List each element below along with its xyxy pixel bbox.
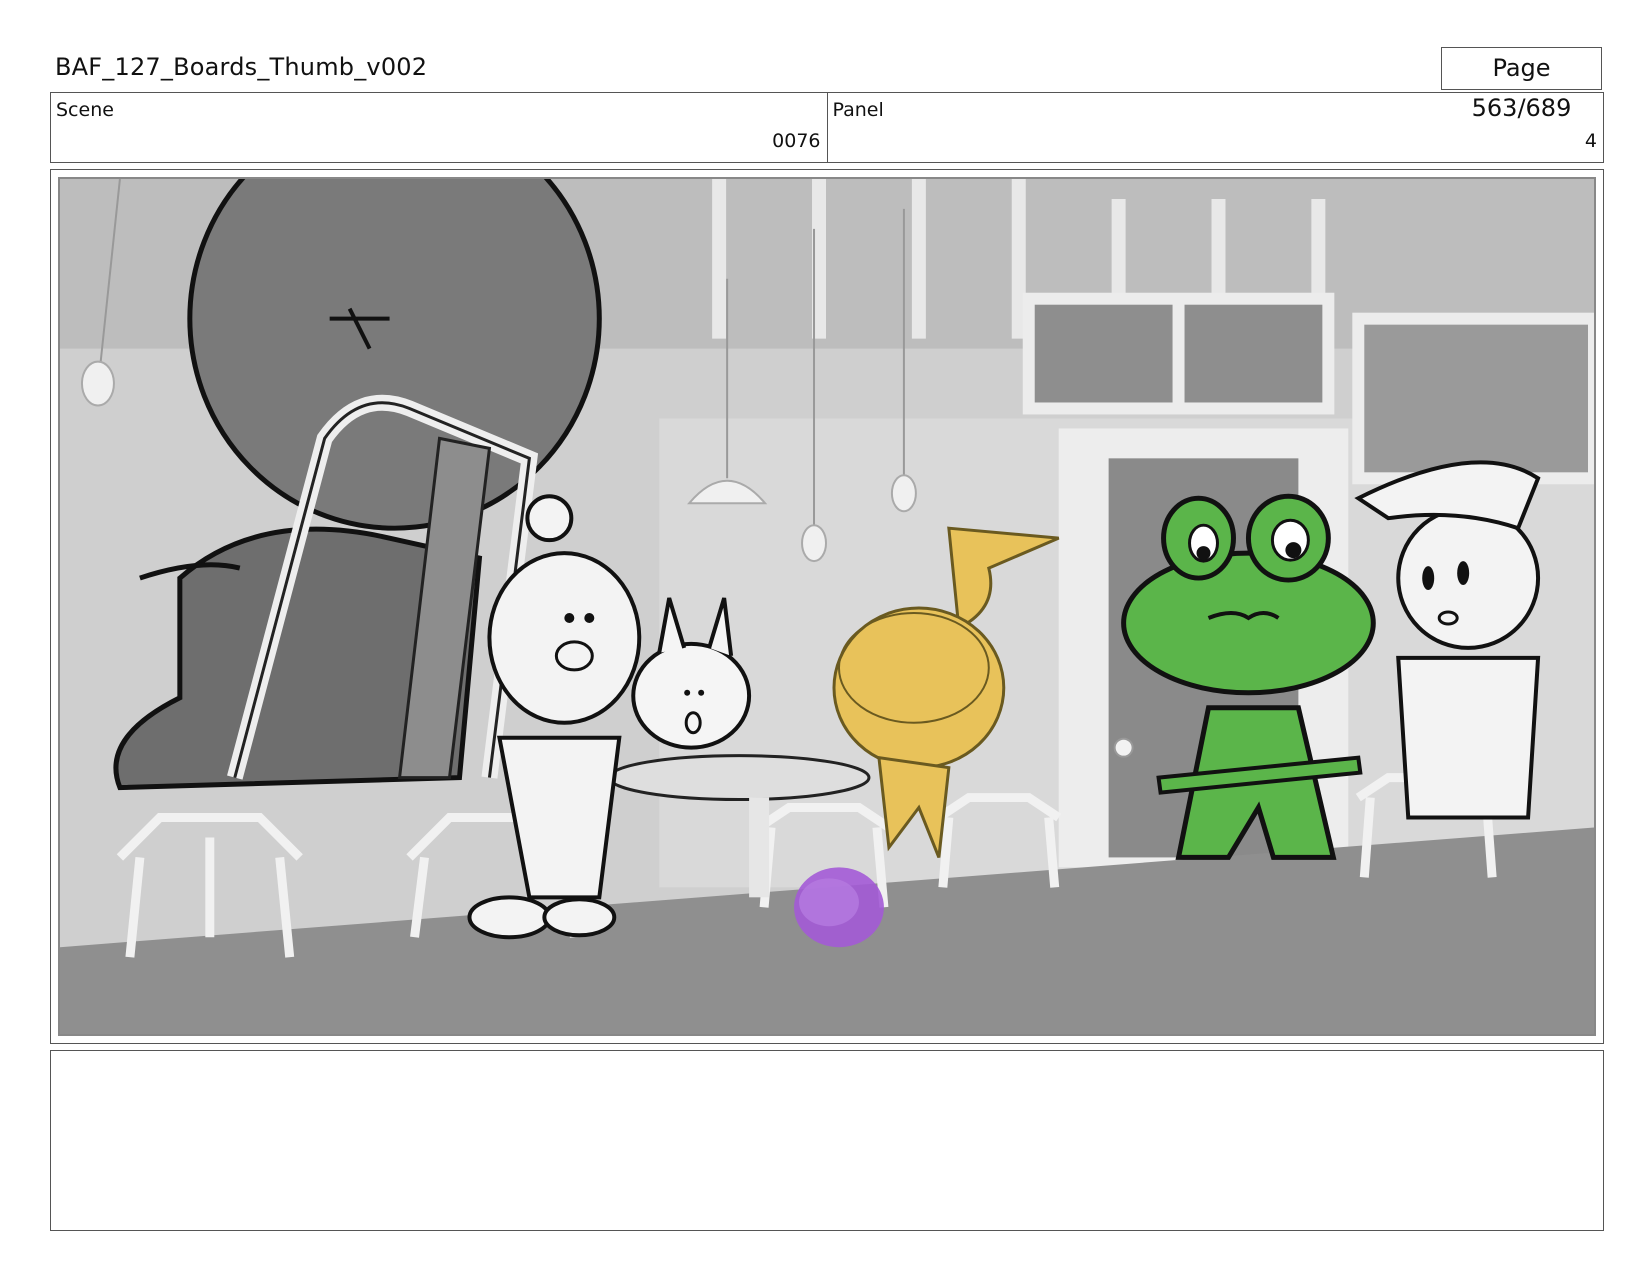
scene-number: 0076 [772, 130, 821, 152]
cafe-table [607, 754, 871, 802]
panel-cell: Panel 4 [826, 93, 1604, 162]
side-window [1352, 312, 1594, 485]
chick-body [832, 606, 1006, 770]
storyboard-frame [50, 169, 1604, 1044]
scene-label: Scene [56, 99, 114, 121]
page-indicator: Page 563/689 [1441, 47, 1602, 122]
notes-box [50, 1050, 1604, 1231]
panel-label: Panel [832, 99, 884, 121]
document-title: BAF_127_Boards_Thumb_v002 [55, 53, 428, 81]
storyboard-panel-image [58, 177, 1596, 1036]
cap-character-body [1396, 655, 1541, 820]
scene-illustration [60, 179, 1594, 1034]
bear-head [487, 551, 642, 725]
bear-ear [525, 494, 574, 543]
frog-head [1121, 550, 1376, 696]
door-knob [1113, 737, 1134, 758]
scene-panel-header: Scene 0076 Panel 4 [50, 92, 1604, 163]
scene-cell: Scene 0076 [51, 93, 827, 162]
table-leg [749, 797, 770, 898]
panel-number: 4 [1584, 130, 1597, 152]
